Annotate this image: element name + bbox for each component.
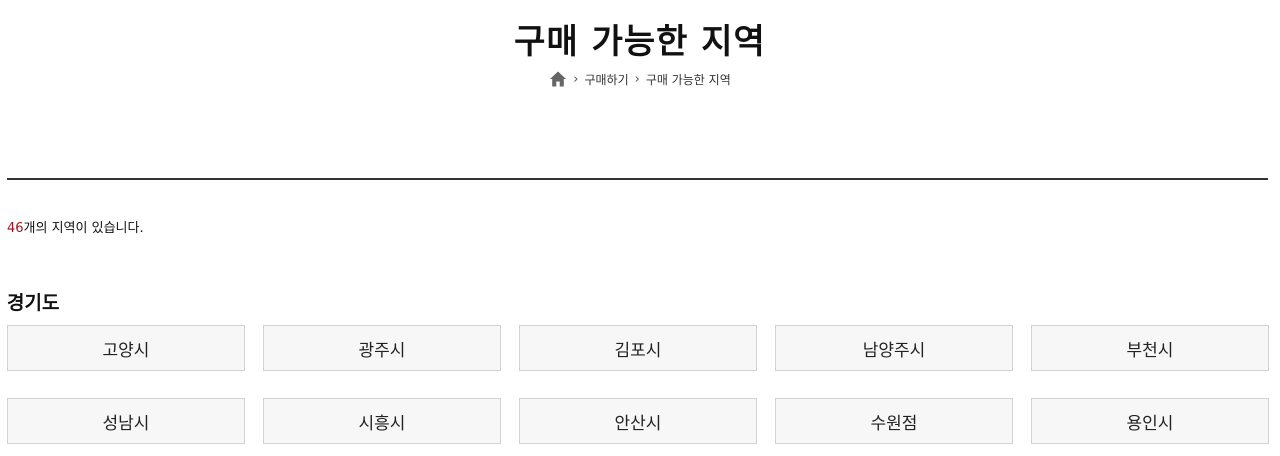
city-button[interactable]: 수원점: [775, 398, 1013, 444]
region-heading: 경기도: [7, 292, 60, 314]
breadcrumb: › 구매하기 › 구매 가능한 지역: [0, 70, 1280, 88]
city-button[interactable]: 안산시: [519, 398, 757, 444]
chevron-right-icon: ›: [573, 71, 579, 87]
city-button[interactable]: 남양주시: [775, 325, 1013, 371]
city-button[interactable]: 성남시: [7, 398, 245, 444]
home-icon[interactable]: [549, 70, 567, 88]
city-button[interactable]: 시흥시: [263, 398, 501, 444]
city-grid: 고양시 광주시 김포시 남양주시 부천시 성남시 시흥시 안산시 수원점 용인시: [7, 325, 1269, 444]
city-button[interactable]: 부천시: [1031, 325, 1269, 371]
breadcrumb-item-purchase[interactable]: 구매하기: [584, 71, 628, 88]
region-count-text: 46개의 지역이 있습니다.: [7, 217, 144, 236]
region-count: 46: [7, 221, 24, 236]
region-count-suffix: 개의 지역이 있습니다.: [23, 221, 144, 236]
chevron-right-icon: ›: [634, 71, 640, 87]
city-button[interactable]: 김포시: [519, 325, 757, 371]
section-divider: [7, 178, 1268, 180]
city-button[interactable]: 광주시: [263, 325, 501, 371]
breadcrumb-item-available-regions[interactable]: 구매 가능한 지역: [646, 71, 731, 88]
city-button[interactable]: 고양시: [7, 325, 245, 371]
page-title: 구매 가능한 지역: [514, 22, 766, 62]
city-button[interactable]: 용인시: [1031, 398, 1269, 444]
